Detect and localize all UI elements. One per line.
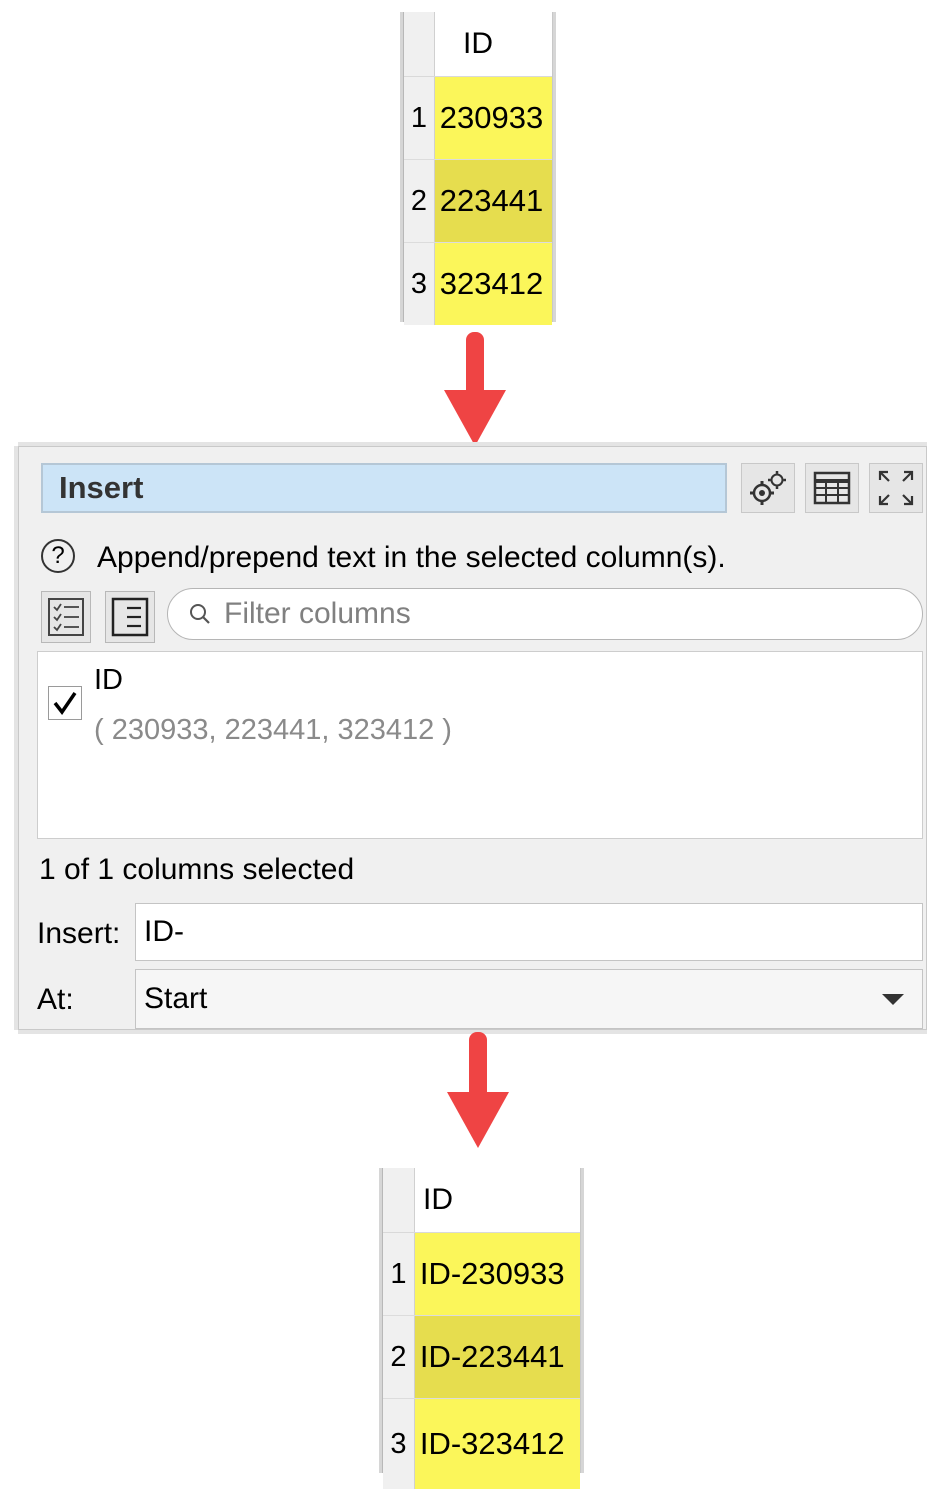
checkmark-icon: [53, 692, 77, 715]
column-checkbox-id[interactable]: [48, 686, 82, 720]
table-cell[interactable]: 230933: [434, 77, 552, 159]
column-list[interactable]: ID ( 230933, 223441, 323412 ): [37, 651, 923, 839]
row-number: 2: [383, 1316, 415, 1398]
insert-field[interactable]: [135, 903, 923, 961]
table-cell[interactable]: ID-323412: [414, 1399, 580, 1489]
at-label: At:: [37, 983, 74, 1016]
list-icon: [111, 597, 149, 637]
table-row[interactable]: 2 223441: [404, 160, 552, 243]
output-table: ID 1 ID-230933 2 ID-223441 3 ID-323412: [382, 1168, 581, 1489]
at-dropdown[interactable]: Start: [135, 969, 923, 1029]
table-cell[interactable]: 223441: [434, 160, 552, 242]
column-item-name: ID: [94, 664, 123, 696]
table-cell[interactable]: ID-223441: [414, 1316, 580, 1398]
maximize-button[interactable]: [869, 463, 923, 513]
column-item-sample-values: ( 230933, 223441, 323412 ): [94, 714, 452, 746]
table-header: ID: [404, 12, 552, 77]
down-arrow-icon: [444, 332, 506, 446]
settings-button[interactable]: [741, 463, 795, 513]
insert-input[interactable]: [142, 914, 906, 950]
row-number: 3: [404, 243, 435, 325]
column-header-id[interactable]: ID: [435, 12, 543, 76]
input-table: ID 1 230933 2 223441 3 323412: [403, 12, 553, 325]
row-number: 2: [404, 160, 435, 242]
table-header: ID: [383, 1168, 580, 1233]
select-all-columns-button[interactable]: [41, 591, 91, 643]
list-view-button[interactable]: [105, 591, 155, 643]
maximize-icon: [878, 470, 914, 506]
gears-icon: [750, 471, 786, 505]
insert-label: Insert:: [37, 917, 121, 950]
table-row[interactable]: 3 ID-323412: [383, 1399, 580, 1489]
table-cell[interactable]: 323412: [434, 243, 552, 325]
selection-status: 1 of 1 columns selected: [39, 853, 355, 886]
table-row[interactable]: 3 323412: [404, 243, 552, 325]
row-header-corner: [383, 1168, 415, 1232]
table-icon: [813, 471, 851, 505]
table-row[interactable]: 2 ID-223441: [383, 1316, 580, 1399]
filter-columns-field[interactable]: [167, 588, 923, 640]
row-number: 1: [383, 1233, 415, 1315]
at-selected-value: Start: [144, 982, 208, 1015]
row-header-corner: [404, 12, 435, 76]
chevron-down-icon[interactable]: [882, 994, 904, 1005]
table-row[interactable]: 1 ID-230933: [383, 1233, 580, 1316]
row-number: 3: [383, 1399, 415, 1489]
help-icon[interactable]: ?: [41, 539, 75, 573]
row-number: 1: [404, 77, 435, 159]
search-icon: [190, 604, 210, 624]
column-header-id[interactable]: ID: [415, 1168, 575, 1232]
filter-columns-input[interactable]: [222, 596, 866, 632]
insert-panel: Insert ? Append/prepend text in the sele…: [18, 446, 927, 1030]
table-cell[interactable]: ID-230933: [414, 1233, 580, 1315]
table-view-button[interactable]: [805, 463, 859, 513]
panel-title[interactable]: Insert: [41, 463, 727, 513]
checklist-icon: [48, 598, 84, 636]
panel-description: Append/prepend text in the selected colu…: [97, 541, 726, 574]
down-arrow-icon: [447, 1032, 509, 1148]
table-row[interactable]: 1 230933: [404, 77, 552, 160]
